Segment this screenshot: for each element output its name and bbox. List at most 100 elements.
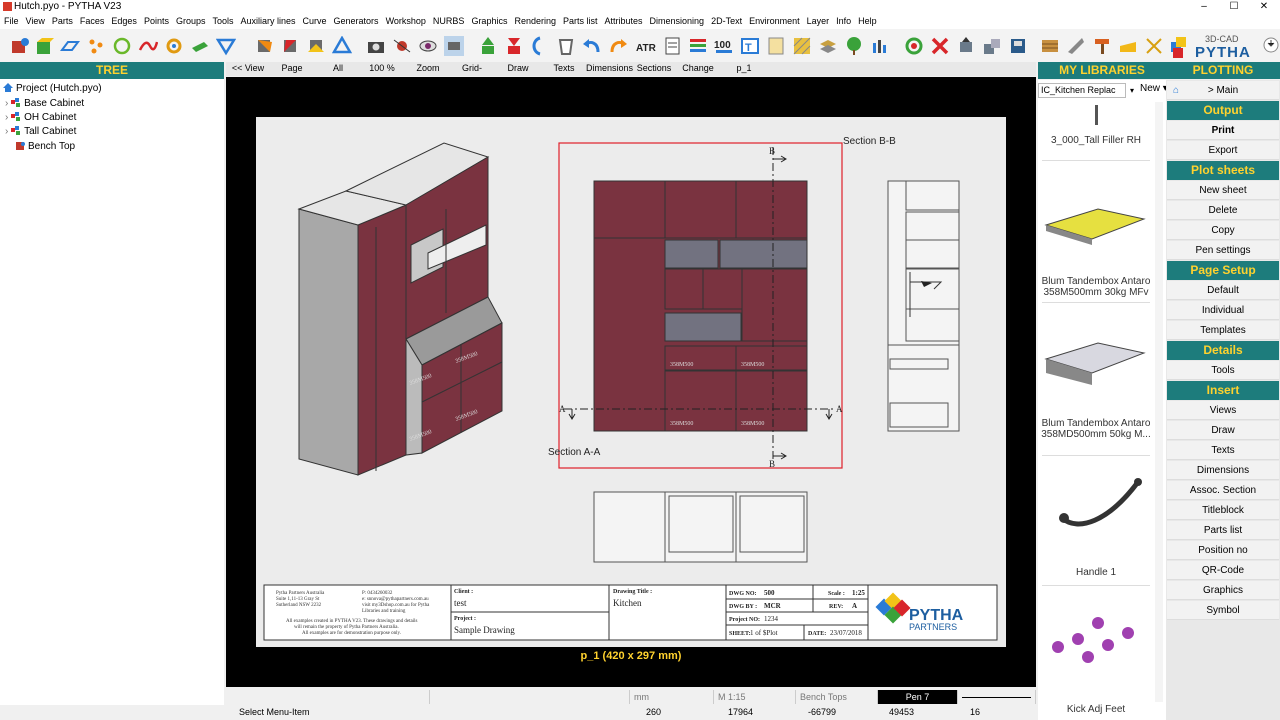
texts-insert-button[interactable]: Texts (1167, 441, 1279, 460)
chevron-down-icon[interactable]: ▾ (1127, 83, 1137, 98)
grid-button[interactable]: Grid- (454, 63, 490, 73)
texts-button[interactable]: Texts (544, 63, 584, 73)
plot-sheet[interactable]: 358M500 358M500 358M500 358M500 358M500 … (256, 117, 1006, 647)
expand-icon[interactable]: › (5, 98, 8, 109)
menu-dimensioning[interactable]: Dimensioning (646, 14, 708, 26)
minimize-button[interactable]: – (1188, 0, 1220, 14)
assoc-section-button[interactable]: Assoc. Section (1167, 481, 1279, 500)
hatch-icon[interactable] (792, 36, 812, 56)
edge-tool-2-icon[interactable] (280, 36, 300, 56)
menu-environment[interactable]: Environment (745, 14, 803, 26)
menu-info[interactable]: Info (832, 14, 854, 26)
front-elevation[interactable]: 358M500 358M500 358M500 358M500 B B A A … (548, 142, 843, 469)
isometric-view[interactable]: 358M500 358M500 358M500 358M500 (297, 142, 503, 476)
tool-icon[interactable] (190, 36, 210, 56)
print-button[interactable]: Print (1167, 121, 1279, 140)
menu-auxiliary-lines[interactable]: Auxiliary lines (236, 14, 298, 26)
expand-icon[interactable]: › (5, 126, 8, 137)
edge-tool-4-icon[interactable] (332, 36, 352, 56)
undo-icon[interactable] (582, 36, 602, 56)
library-item-kick-feet[interactable]: Kick Adj Feet (1038, 615, 1154, 715)
library-item-tandembox-30[interactable]: Blum Tandembox Antaro 358M500mm 30kg MFv (1038, 185, 1154, 298)
menu-tools[interactable]: Tools (208, 14, 236, 26)
panel-icon[interactable] (766, 36, 786, 56)
menu-rendering[interactable]: Rendering (510, 14, 559, 26)
tree-item-oh-cabinet[interactable]: › OH Cabinet (5, 112, 76, 123)
layer-select[interactable]: Bench Tops (796, 690, 878, 704)
menu-faces[interactable]: Faces (76, 14, 108, 26)
redo-icon[interactable] (608, 36, 628, 56)
save-icon[interactable] (1008, 36, 1028, 56)
menu-generators[interactable]: Generators (330, 14, 382, 26)
main-button[interactable]: ⌂ > Main (1167, 81, 1279, 100)
dimensions-button[interactable]: Dimensions (586, 63, 633, 73)
text-icon[interactable]: T (740, 36, 760, 56)
lasso-icon[interactable] (530, 36, 550, 56)
view-back-button[interactable]: << View (226, 63, 270, 73)
circle-icon[interactable] (112, 36, 132, 56)
bucket-icon[interactable] (556, 36, 576, 56)
section-bb-view[interactable]: Section B-B (843, 136, 960, 432)
linetype-select[interactable] (958, 690, 1036, 704)
menu-file[interactable]: File (0, 14, 22, 26)
menu-workshop[interactable]: Workshop (382, 14, 429, 26)
library-item-tall-filler[interactable]: 3_000_Tall Filler RH (1038, 105, 1154, 146)
titleblock-button[interactable]: Titleblock (1167, 501, 1279, 520)
page-tab[interactable]: p_1 (724, 63, 764, 73)
layers-list-icon[interactable] (688, 36, 708, 56)
unit-select[interactable]: mm (630, 690, 714, 704)
tree-item-bench-top[interactable]: Bench Top (15, 141, 75, 152)
plan-view[interactable] (593, 491, 808, 563)
counter-icon[interactable]: 100 (714, 36, 734, 56)
points-icon[interactable] (86, 36, 106, 56)
draw-insert-button[interactable]: Draw (1167, 421, 1279, 440)
symbol-button[interactable]: Symbol (1167, 601, 1279, 620)
menu-nurbs[interactable]: NURBS (429, 14, 468, 26)
library-item-tandembox-50[interactable]: Blum Tandembox Antaro 358MD500mm 50kg M.… (1038, 325, 1154, 440)
change-button[interactable]: Change (676, 63, 720, 73)
copy-icon[interactable] (982, 36, 1002, 56)
graphics-button[interactable]: Graphics (1167, 581, 1279, 600)
new-sheet-button[interactable]: New sheet (1167, 181, 1279, 200)
eye-icon[interactable] (418, 36, 438, 56)
menu-groups[interactable]: Groups (172, 14, 209, 26)
print-preview-icon[interactable] (444, 36, 464, 56)
title-block[interactable]: Pytha Partners Australia Suite 1,11-13 G… (263, 584, 998, 641)
curve-icon[interactable] (138, 36, 158, 56)
pen-settings-button[interactable]: Pen settings (1167, 241, 1279, 260)
tree-item-tall-cabinet[interactable]: › Tall Cabinet (5, 126, 76, 137)
library-item-handle[interactable]: Handle 1 (1038, 472, 1154, 578)
templates-button[interactable]: Templates (1167, 321, 1279, 340)
camera-icon[interactable] (366, 36, 386, 56)
menu-parts[interactable]: Parts (48, 14, 76, 26)
menu-parts-list[interactable]: Parts list (559, 14, 601, 26)
menu-2d-text[interactable]: 2D-Text (707, 14, 745, 26)
hammer-icon[interactable] (1092, 36, 1112, 56)
export-button[interactable]: Export (1167, 141, 1279, 160)
gear-icon[interactable] (164, 36, 184, 56)
refresh-icon[interactable] (904, 36, 924, 56)
spider-icon[interactable] (392, 36, 412, 56)
library-dropdown[interactable]: IC_Kitchen Replac (1038, 83, 1126, 98)
edge-tool-3-icon[interactable] (306, 36, 326, 56)
menu-layer[interactable]: Layer (803, 14, 833, 26)
info-icon[interactable] (870, 36, 890, 56)
menu-graphics[interactable]: Graphics (467, 14, 510, 26)
tree-item-base-cabinet[interactable]: › Base Cabinet (5, 98, 84, 109)
pallet-icon[interactable] (1040, 36, 1060, 56)
delete-icon[interactable] (930, 36, 950, 56)
qr-code-button[interactable]: QR-Code (1167, 561, 1279, 580)
scale-select[interactable]: M 1:15 (714, 690, 796, 704)
draw-button[interactable]: Draw (498, 63, 538, 73)
close-button[interactable]: ✕ (1248, 0, 1280, 14)
attribute-icon[interactable]: ATR (636, 36, 656, 56)
axes-icon[interactable] (1144, 36, 1164, 56)
zoom-level[interactable]: 100 % (362, 63, 402, 73)
tools-button[interactable]: Tools (1167, 361, 1279, 380)
parts-list-button[interactable]: Parts list (1167, 521, 1279, 540)
delete-sheet-button[interactable]: Delete (1167, 201, 1279, 220)
tree-project[interactable]: Project (Hutch.pyo) (3, 83, 102, 94)
sections-button[interactable]: Sections (634, 63, 674, 73)
cheese-icon[interactable] (1118, 36, 1138, 56)
position-no-button[interactable]: Position no (1167, 541, 1279, 560)
